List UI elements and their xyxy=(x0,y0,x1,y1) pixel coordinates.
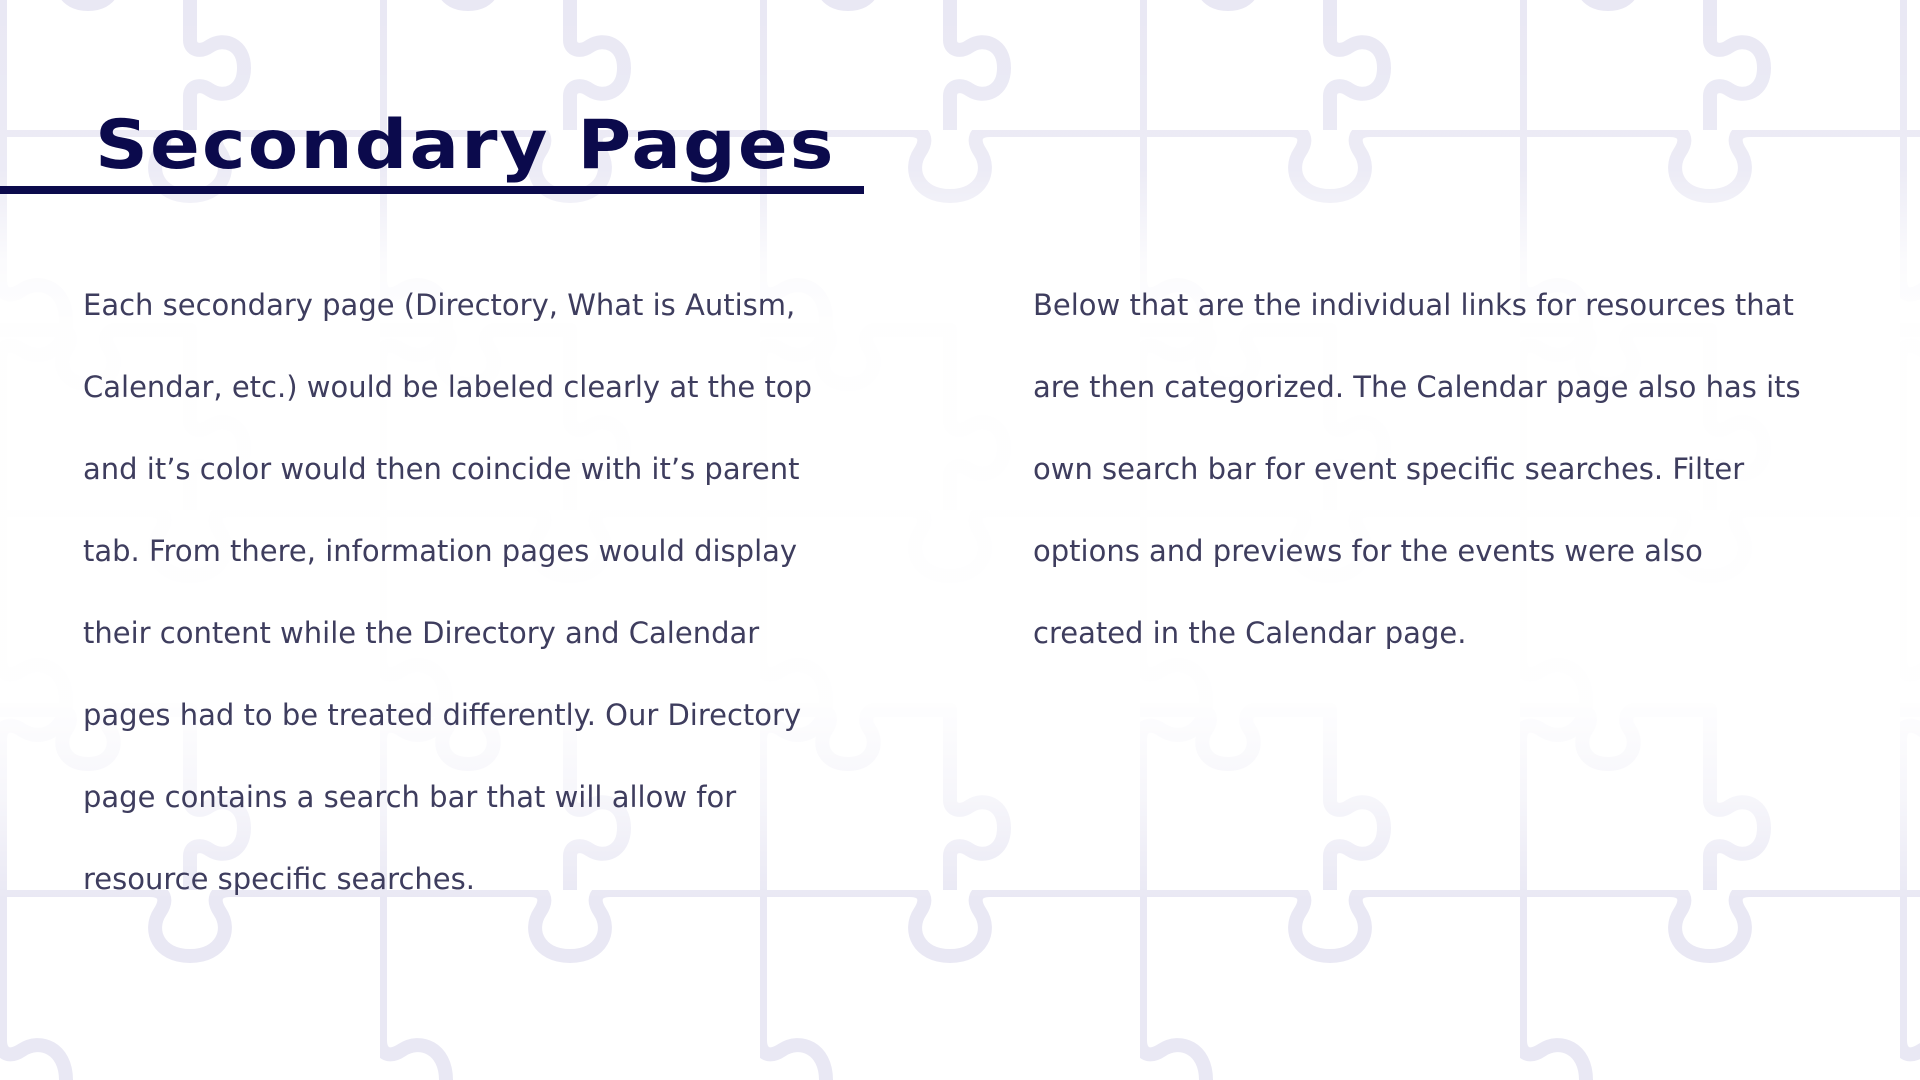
slide-title: Secondary Pages xyxy=(95,106,836,185)
paragraph-line: are then categorized. The Calendar page … xyxy=(1033,370,1801,404)
left-text-column: Each secondary page (Directory, What is … xyxy=(83,264,883,920)
paragraph-line: Below that are the individual links for … xyxy=(1033,288,1794,322)
paragraph-line: created in the Calendar page. xyxy=(1033,616,1467,650)
right-text-column: Below that are the individual links for … xyxy=(1033,264,1863,674)
paragraph-line: Each secondary page (Directory, What is … xyxy=(83,288,796,322)
paragraph-line: tab. From there, information pages would… xyxy=(83,534,798,568)
title-underline xyxy=(0,186,864,194)
paragraph-line: page contains a search bar that will all… xyxy=(83,780,737,814)
paragraph-line: pages had to be treated differently. Our… xyxy=(83,698,802,732)
paragraph-line: options and previews for the events were… xyxy=(1033,534,1703,568)
paragraph-line: Calendar, etc.) would be labeled clearly… xyxy=(83,370,813,404)
paragraph-line: their content while the Directory and Ca… xyxy=(83,616,760,650)
paragraph-line: resource specific searches. xyxy=(83,862,475,896)
paragraph-line: and it’s color would then coincide with … xyxy=(83,452,800,486)
paragraph-line: own search bar for event specific search… xyxy=(1033,452,1745,486)
